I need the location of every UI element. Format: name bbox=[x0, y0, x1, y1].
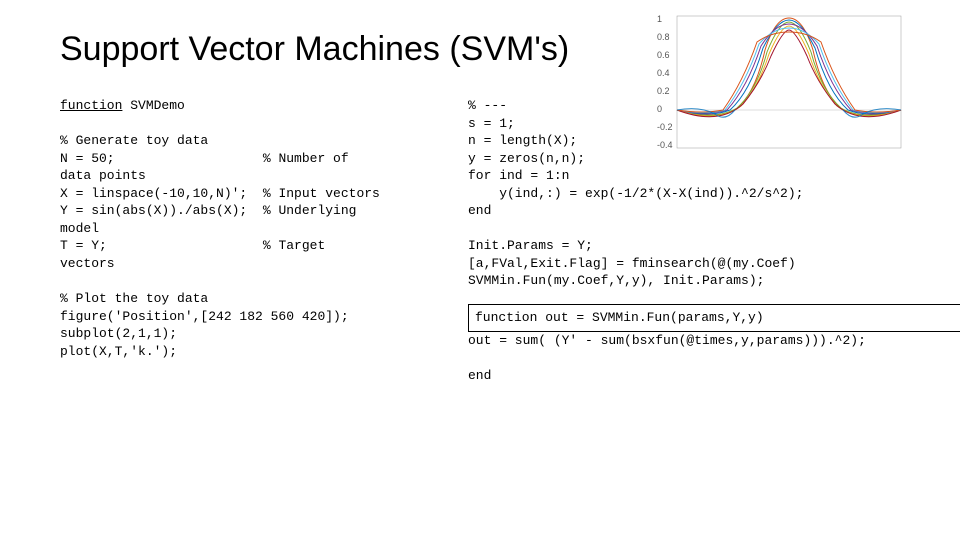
r-l1: % --- bbox=[468, 98, 507, 113]
svg-text:1: 1 bbox=[657, 14, 662, 24]
svg-text:0.6: 0.6 bbox=[657, 50, 670, 60]
r-l8: Init.Params = Y; bbox=[468, 238, 593, 253]
line-subplot: subplot(2,1,1); bbox=[60, 326, 177, 341]
line-n50b: data points bbox=[60, 168, 146, 183]
line-ty2: vectors bbox=[60, 256, 115, 271]
slide: Support Vector Machines (SVM's) 1 0.8 0.… bbox=[0, 0, 960, 540]
r-l3: n = length(X); bbox=[468, 133, 577, 148]
svg-text:0.8: 0.8 bbox=[657, 32, 670, 42]
code-right: % --- s = 1; n = length(X); y = zeros(n,… bbox=[468, 97, 960, 384]
r-l7: end bbox=[468, 203, 491, 218]
r-l10: out = sum( (Y' - sum(bsxfun(@times,y,par… bbox=[468, 333, 866, 348]
line-figure: figure('Position',[242 182 560 420]); bbox=[60, 309, 349, 324]
content-columns: function SVMDemo % Generate toy data N =… bbox=[60, 97, 900, 384]
function-box: function out = SVMMin.Fun(params,Y,y) bbox=[468, 304, 960, 332]
svg-text:0.2: 0.2 bbox=[657, 86, 670, 96]
keyword-function: function bbox=[60, 98, 122, 113]
line-sinabs: Y = sin(abs(X))./abs(X); % Underlying bbox=[60, 203, 356, 218]
box-code: function out = SVMMin.Fun(params,Y,y) bbox=[475, 309, 955, 327]
svg-text:0.4: 0.4 bbox=[657, 68, 670, 78]
r-l11: end bbox=[468, 368, 491, 383]
comment-generate: % Generate toy data bbox=[60, 133, 208, 148]
r-l9b: SVMMin.Fun(my.Coef,Y,y), Init.Params); bbox=[468, 273, 764, 288]
func-name: SVMDemo bbox=[122, 98, 184, 113]
r-l4: y = zeros(n,n); bbox=[468, 151, 585, 166]
r-l6: y(ind,:) = exp(-1/2*(X-X(ind)).^2/s^2); bbox=[468, 186, 803, 201]
code-left: function SVMDemo % Generate toy data N =… bbox=[60, 97, 450, 384]
line-plot: plot(X,T,'k.'); bbox=[60, 344, 177, 359]
line-sinabs2: model bbox=[60, 221, 99, 236]
r-l2: s = 1; bbox=[468, 116, 515, 131]
line-ty: T = Y; % Target bbox=[60, 238, 325, 253]
line-linspace: X = linspace(-10,10,N)'; % Input vectors bbox=[60, 186, 380, 201]
code-block-left: function SVMDemo % Generate toy data N =… bbox=[60, 97, 450, 360]
comment-plot: % Plot the toy data bbox=[60, 291, 208, 306]
line-n50: N = 50; % Number of bbox=[60, 151, 349, 166]
r-l9a: [a,FVal,Exit.Flag] = fminsearch(@(my.Coe… bbox=[468, 256, 796, 271]
r-l5: for ind = 1:n bbox=[468, 168, 569, 183]
code-lower: out = sum( (Y' - sum(bsxfun(@times,y,par… bbox=[468, 332, 960, 385]
code-block-right: % --- s = 1; n = length(X); y = zeros(n,… bbox=[468, 97, 960, 290]
